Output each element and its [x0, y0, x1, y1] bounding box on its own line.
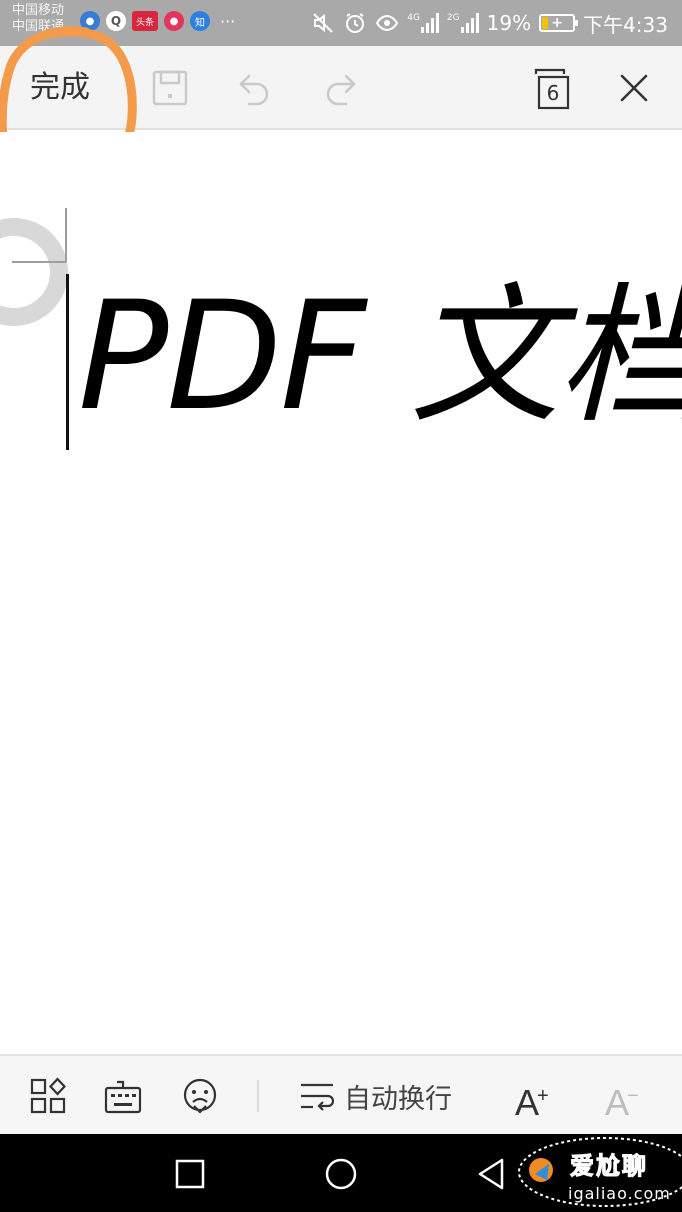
- screen: 中国移动 中国联通 ● Q 头条 ● 知 ··· 4G 2G 19% + 下午4…: [0, 0, 682, 1212]
- editor-toolbar: 完成 6: [0, 46, 682, 130]
- watermark-url: igaliao.com: [568, 1184, 671, 1203]
- more-notifications-icon: ···: [220, 11, 236, 31]
- margin-mark-vertical: [65, 208, 67, 262]
- page-count[interactable]: 6: [540, 80, 566, 106]
- home-icon[interactable]: [321, 1154, 361, 1194]
- undo-icon[interactable]: [235, 68, 275, 108]
- carrier-labels: 中国移动 中国联通: [12, 3, 64, 35]
- document-canvas[interactable]: PDF 文档: [0, 132, 682, 1052]
- battery-icon: +: [539, 14, 579, 32]
- charging-icon: +: [551, 15, 563, 31]
- signal-2g: 2G: [447, 13, 479, 33]
- eye-comfort-icon: [376, 14, 399, 32]
- alarm-icon: [346, 13, 365, 33]
- done-button[interactable]: 完成: [30, 70, 90, 106]
- signal-4g: 4G: [407, 13, 439, 33]
- selection-handle[interactable]: [0, 218, 68, 326]
- carrier-secondary: 中国联通: [12, 19, 65, 34]
- signal-bars-icon: [460, 13, 479, 33]
- margin-mark-horizontal: [12, 261, 66, 263]
- apps-icon[interactable]: [28, 1076, 68, 1116]
- close-icon[interactable]: [614, 68, 654, 108]
- mute-icon: [313, 13, 333, 33]
- music-icon: ●: [164, 11, 184, 31]
- auto-wrap-label: 自动换行: [344, 1083, 452, 1115]
- status-bar: 中国移动 中国联通 ● Q 头条 ● 知 ··· 4G 2G 19% + 下午4…: [0, 0, 682, 46]
- signal-bars-icon: [420, 13, 439, 33]
- notification-icons: ● Q 头条 ● 知 ···: [80, 11, 235, 31]
- browser-icon: ●: [80, 11, 100, 31]
- watermark-text: 爱尬聊: [570, 1152, 648, 1181]
- redo-icon[interactable]: [320, 68, 360, 108]
- status-right: 4G 2G 19% + 下午4:33: [311, 0, 668, 46]
- wrap-icon: [301, 1083, 335, 1111]
- bottom-toolbar: 自动换行 A+ A−: [0, 1054, 682, 1134]
- battery-percent: 19%: [486, 11, 532, 35]
- save-icon[interactable]: [150, 68, 190, 108]
- emoji-icon[interactable]: [180, 1076, 220, 1116]
- document-text[interactable]: PDF 文档: [78, 262, 682, 452]
- qq-icon: Q: [106, 11, 126, 31]
- font-size-decrease-button[interactable]: A−: [605, 1074, 639, 1125]
- toolbar-divider: [257, 1080, 259, 1112]
- toutiao-icon: 头条: [132, 11, 158, 31]
- zhihu-icon: 知: [190, 11, 210, 31]
- carrier-primary: 中国移动: [12, 3, 65, 18]
- keyboard-icon[interactable]: [103, 1076, 143, 1116]
- recent-apps-icon[interactable]: [170, 1154, 210, 1194]
- battery-fill: [542, 17, 548, 29]
- auto-wrap-toggle[interactable]: 自动换行: [298, 1074, 452, 1118]
- font-size-increase-button[interactable]: A+: [515, 1074, 549, 1125]
- clock: 下午4:33: [583, 12, 668, 37]
- text-cursor: [66, 274, 69, 450]
